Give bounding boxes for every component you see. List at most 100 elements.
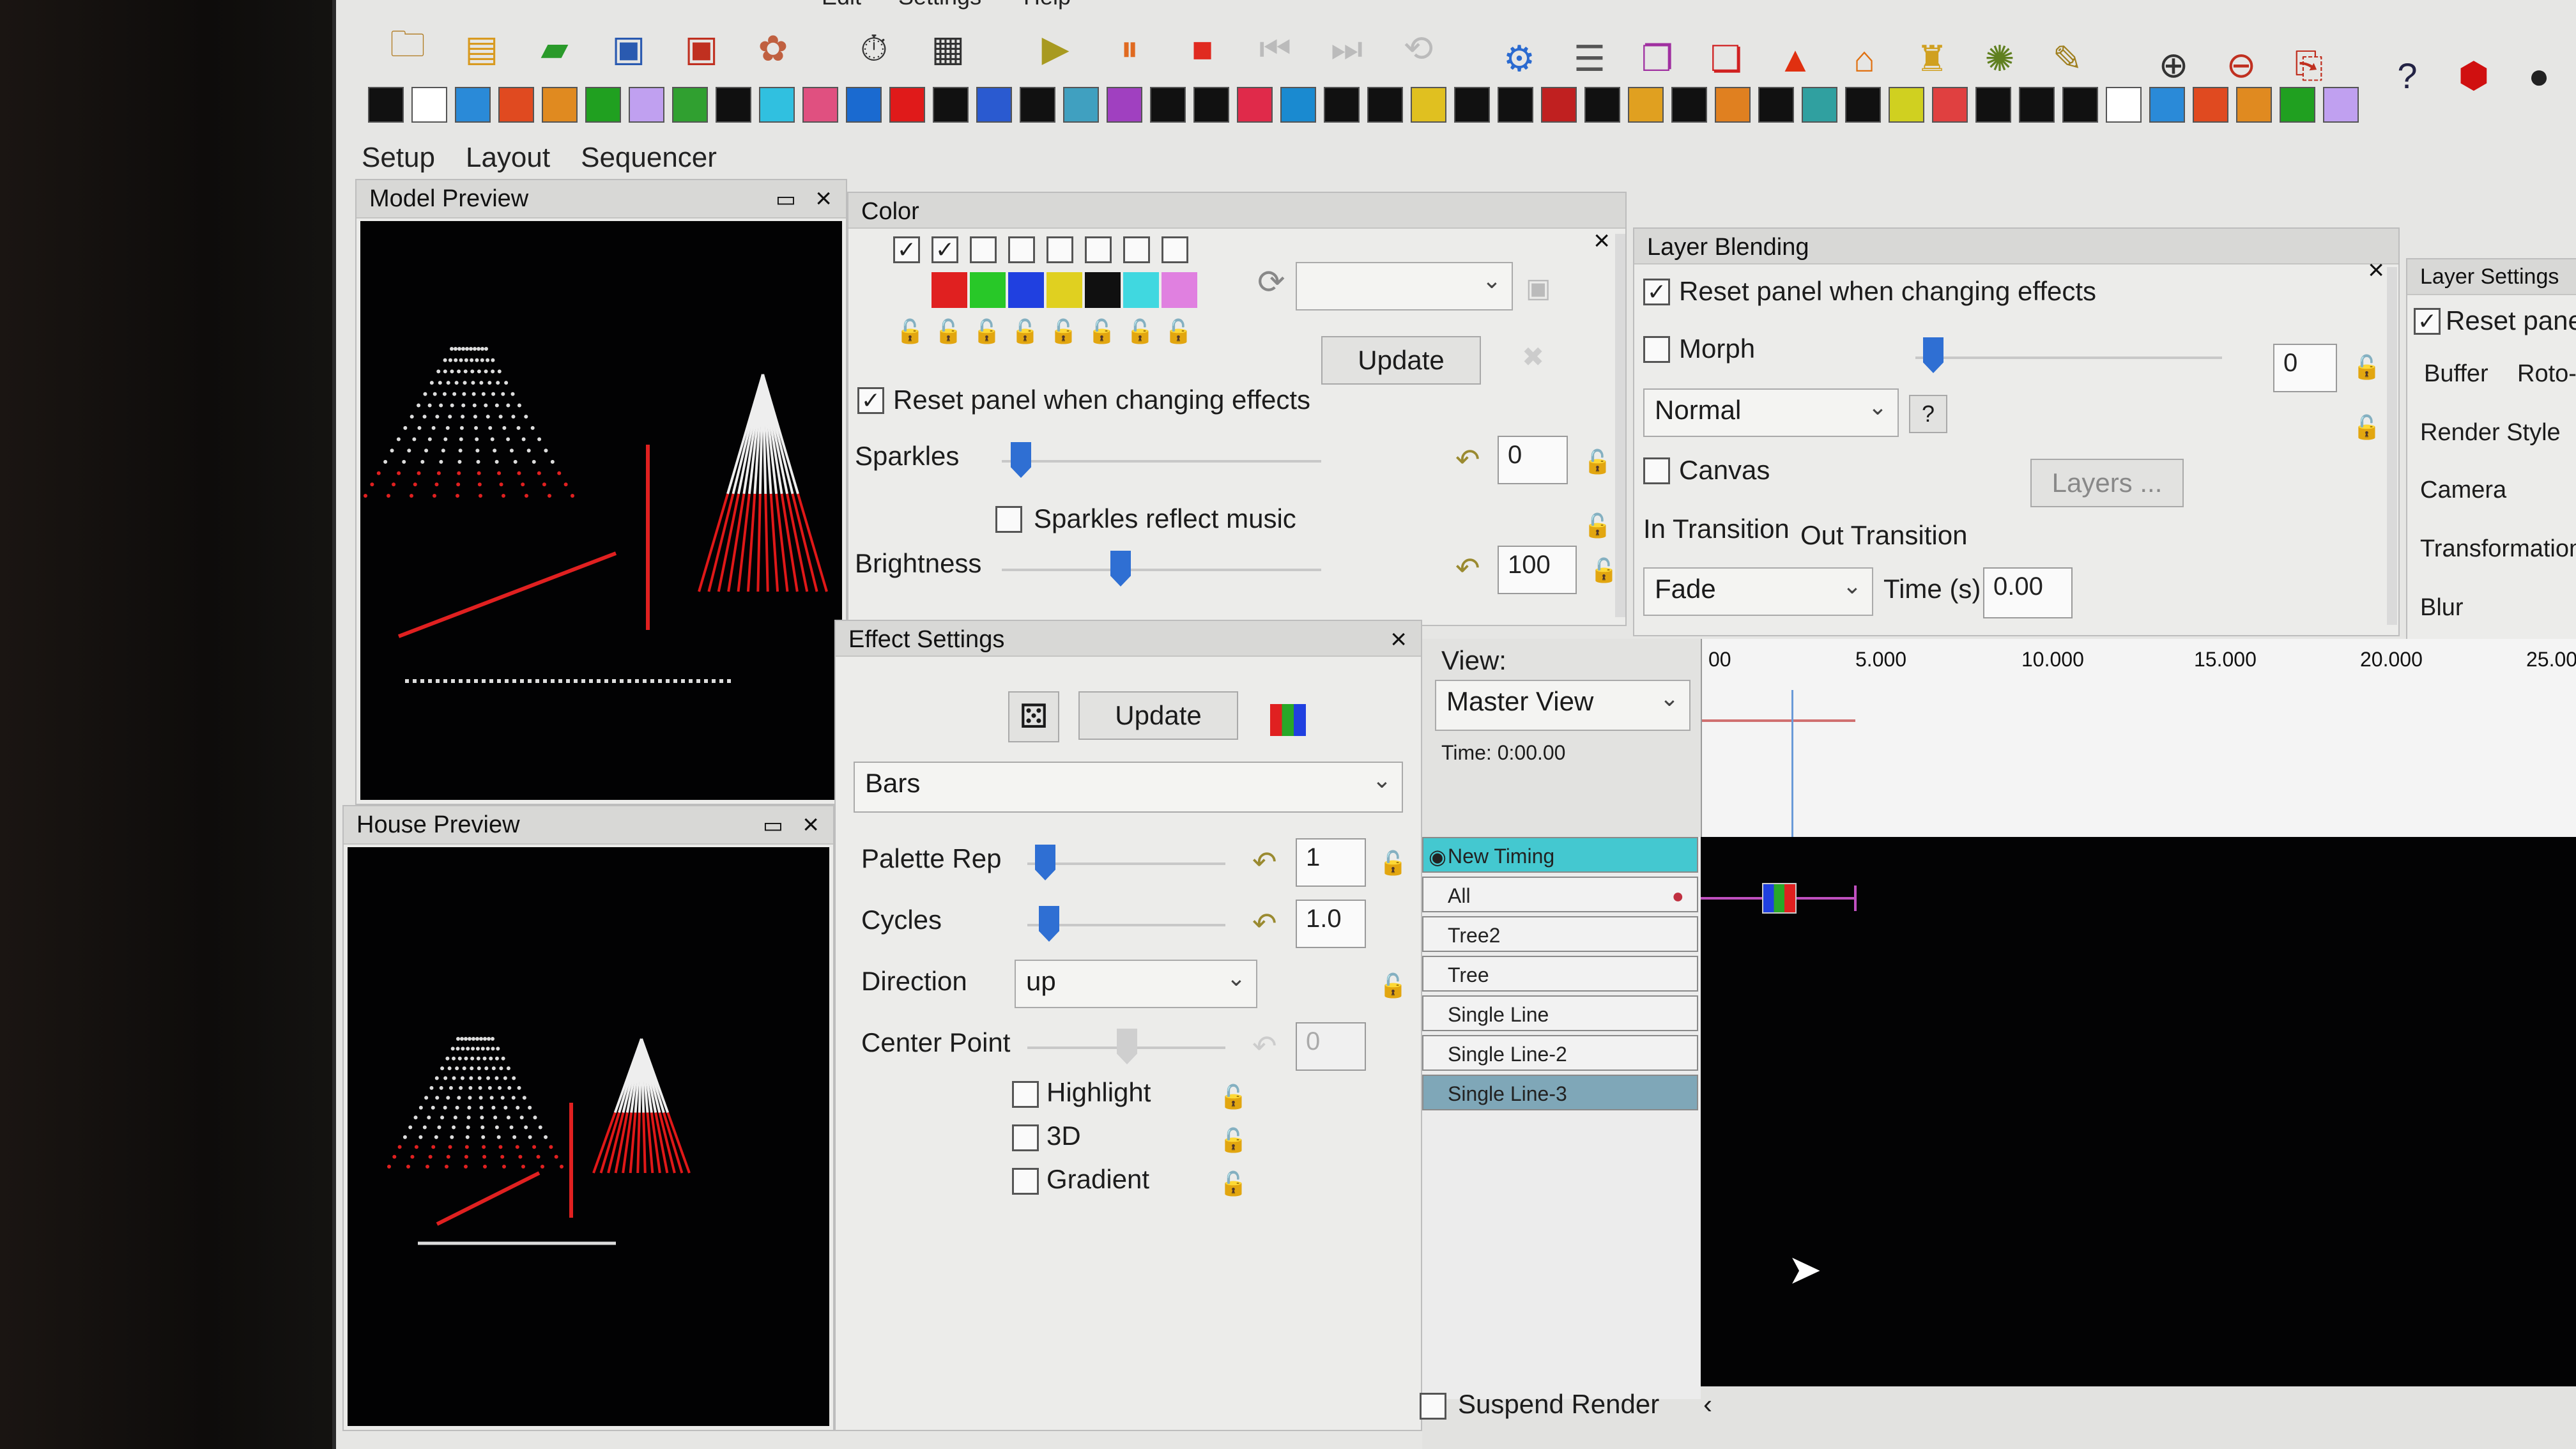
direction-select[interactable]: up ⌄ (1015, 960, 1257, 1008)
house-preview-canvas[interactable] (348, 847, 829, 1426)
canvas-checkbox[interactable] (1643, 457, 1670, 484)
palette-rep-slider[interactable] (1035, 845, 1055, 880)
effect-swatch-icon[interactable] (585, 87, 621, 123)
effect-swatch-icon[interactable] (1193, 87, 1229, 123)
layer-reset-checkbox[interactable]: ✓ (2414, 308, 2441, 335)
save-as-icon[interactable]: ▣ (675, 22, 728, 75)
tab-setup[interactable]: Setup (362, 137, 435, 181)
center-point-input[interactable]: 0 (1296, 1022, 1366, 1071)
menu-help[interactable]: Help (1023, 0, 1071, 10)
effect-swatch-icon[interactable] (976, 87, 1012, 123)
palette-lock-icon[interactable]: 🔓 (1126, 318, 1154, 345)
center-point-slider[interactable] (1117, 1029, 1137, 1064)
row-tree[interactable]: Tree (1422, 956, 1698, 992)
effect-swatch-icon[interactable] (1715, 87, 1751, 123)
direction-lock-icon[interactable]: 🔓 (1379, 972, 1407, 999)
effect-swatch-icon[interactable] (1020, 87, 1055, 123)
render-style-section[interactable]: Render Style (2420, 419, 2561, 447)
palette-rep-lock-icon[interactable]: 🔓 (1379, 850, 1407, 877)
gradient-checkbox[interactable] (1012, 1168, 1039, 1195)
effect-swatch-icon[interactable] (2019, 87, 2055, 123)
blend-mode-select[interactable]: Normal ⌄ (1643, 388, 1899, 437)
effect-swatch-icon[interactable] (1107, 87, 1142, 123)
cycles-input[interactable]: 1.0 (1296, 900, 1366, 948)
open-folder-icon[interactable]: 🗀 (381, 22, 434, 75)
palette-color-swatch[interactable] (1123, 272, 1159, 308)
palette-color-swatch[interactable] (1162, 272, 1197, 308)
effect-swatch-icon[interactable] (2106, 87, 2142, 123)
model-preview-canvas[interactable] (360, 221, 842, 800)
blend-help-button[interactable]: ? (1909, 395, 1947, 433)
close-icon[interactable]: × (1593, 225, 1610, 257)
effect-swatch-icon[interactable] (411, 87, 447, 123)
effect-swatch-icon[interactable] (2236, 87, 2272, 123)
play-icon[interactable]: ▶ (1029, 22, 1082, 75)
cone-icon[interactable]: ▲ (1768, 32, 1822, 86)
effect-swatch-icon[interactable] (1280, 87, 1316, 123)
suspend-render-checkbox[interactable] (1420, 1393, 1446, 1420)
save-palette-icon[interactable]: ▣ (1526, 272, 1551, 303)
morph-slider[interactable] (1923, 337, 1943, 373)
refresh-icon[interactable]: ⟳ (1257, 263, 1285, 302)
transformation-section[interactable]: Transformation (2420, 535, 2576, 563)
effect-swatch-icon[interactable] (542, 87, 578, 123)
effect-swatch-icon[interactable] (455, 87, 491, 123)
effect-swatch-icon[interactable] (1758, 87, 1794, 123)
float-icon[interactable]: ▭ (776, 187, 796, 212)
effect-swatch-icon[interactable] (1671, 87, 1707, 123)
color-scrollbar[interactable] (1615, 234, 1625, 617)
effect-swatch-icon[interactable] (368, 87, 404, 123)
palette-checkbox[interactable] (1008, 236, 1035, 263)
chair-icon[interactable]: ♜ (1905, 32, 1959, 86)
tab-sequencer[interactable]: Sequencer (581, 137, 717, 181)
effect-swatch-icon[interactable] (1498, 87, 1533, 123)
effect-type-select[interactable]: Bars ⌄ (854, 762, 1403, 813)
blending-reset-checkbox[interactable]: ✓ (1643, 279, 1670, 305)
save-icon[interactable]: ▣ (602, 22, 656, 75)
cycles-reset-icon[interactable]: ↶ (1252, 906, 1277, 940)
row-all[interactable]: All ● (1422, 877, 1698, 912)
effect-swatch-icon[interactable] (802, 87, 838, 123)
timeline-ruler[interactable]: 00 5.000 10.000 15.000 20.000 25.000 (1701, 639, 2576, 837)
radio-icon[interactable]: ◉ (1429, 845, 1446, 869)
effect-swatch-icon[interactable] (2062, 87, 2098, 123)
palette-lock-icon[interactable]: 🔓 (896, 318, 924, 345)
effect-swatch-icon[interactable] (933, 87, 969, 123)
cycles-slider[interactable] (1039, 906, 1059, 942)
effect-update-button[interactable]: Update (1078, 691, 1238, 740)
effect-swatch-icon[interactable] (629, 87, 664, 123)
brightness-slider[interactable] (1110, 551, 1131, 586)
effect-swatch-icon[interactable] (889, 87, 925, 123)
palette-lock-icon[interactable]: 🔓 (934, 318, 963, 345)
float-icon[interactable]: ▭ (763, 813, 783, 838)
replay-icon[interactable]: ⟲ (1392, 22, 1445, 75)
effect-swatch-icon[interactable] (1150, 87, 1186, 123)
brightness-reset-icon[interactable]: ↶ (1455, 551, 1480, 585)
brightness-input[interactable]: 100 (1498, 546, 1577, 594)
rewind-icon[interactable]: ⏮ (1248, 22, 1302, 75)
wand-icon[interactable]: ✎ (2041, 32, 2094, 86)
palette-lock-icon[interactable]: 🔓 (1164, 318, 1193, 345)
morph-checkbox[interactable] (1643, 336, 1670, 363)
close-icon[interactable]: × (1390, 624, 1407, 656)
blend-lock-icon[interactable]: 🔓 (2352, 414, 2381, 441)
color-update-button[interactable]: Update (1321, 336, 1481, 385)
threed-lock-icon[interactable]: 🔓 (1219, 1127, 1248, 1154)
palette-checkbox[interactable]: ✓ (931, 236, 958, 263)
render-icon[interactable]: ● (1672, 884, 1684, 908)
play-marker[interactable] (1791, 690, 1793, 837)
row-single-line-3[interactable]: Single Line-3 (1422, 1075, 1698, 1110)
effect-swatch-icon[interactable] (1628, 87, 1664, 123)
gradient-lock-icon[interactable]: 🔓 (1219, 1170, 1248, 1197)
brightness-lock-icon[interactable]: 🔓 (1590, 557, 1618, 584)
layers-button[interactable]: Layers ... (2030, 459, 2184, 507)
stop-icon[interactable]: ■ (1176, 22, 1229, 75)
blur-section[interactable]: Blur (2420, 594, 2464, 622)
effect-swatch-icon[interactable] (759, 87, 795, 123)
calculator-icon[interactable]: ▦ (921, 22, 975, 75)
palette-checkbox[interactable] (1162, 236, 1188, 263)
effect-swatch-icon[interactable] (1584, 87, 1620, 123)
effect-swatch-icon[interactable] (1975, 87, 2011, 123)
transition-time-input[interactable]: 0.00 (1983, 567, 2073, 618)
menu-settings[interactable]: Settings (898, 0, 981, 10)
